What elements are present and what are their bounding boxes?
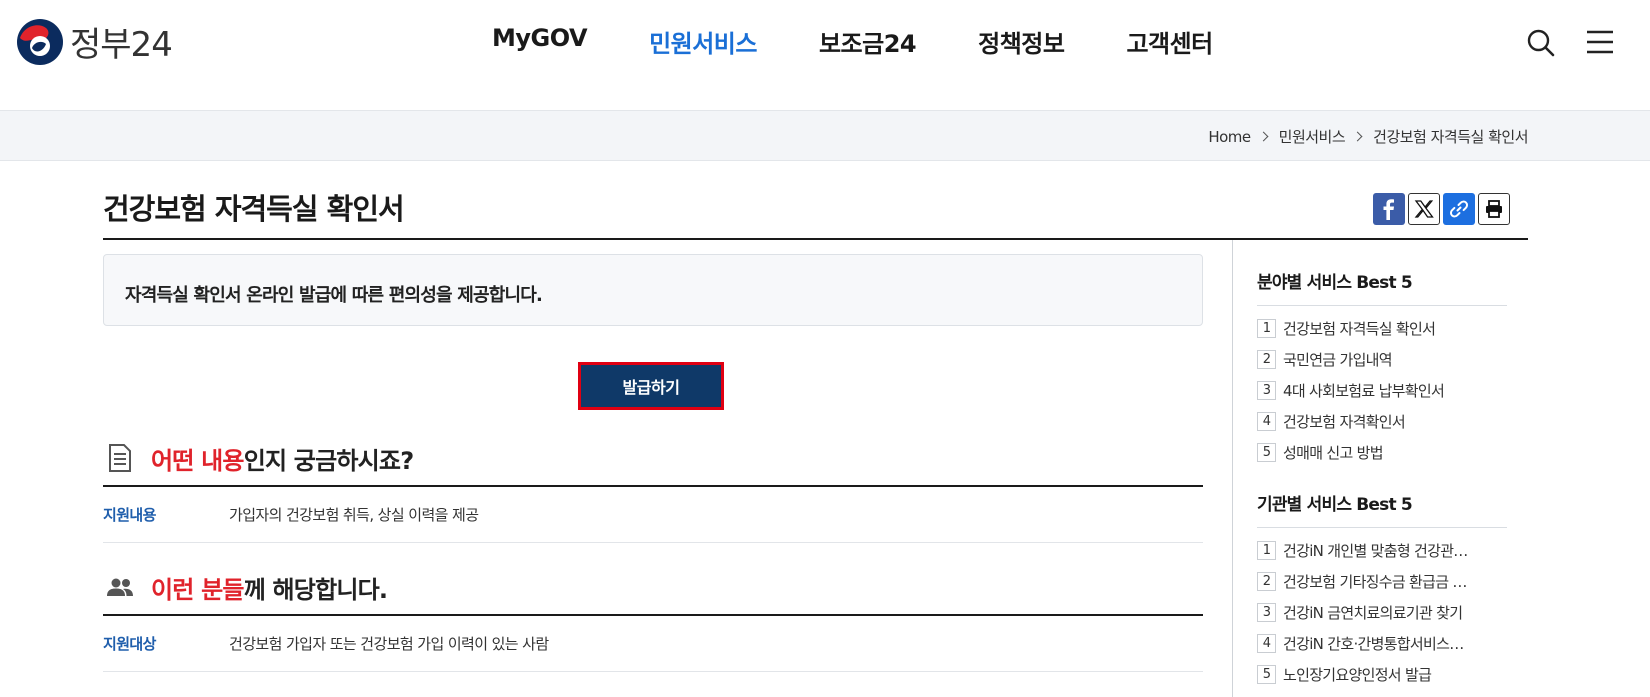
rank-number: 1 bbox=[1257, 319, 1276, 338]
nav-item-customer-center[interactable]: 고객센터 bbox=[1126, 24, 1213, 59]
org-best5-item[interactable]: 4 건강iN 간호·간병통합서비스… bbox=[1257, 628, 1507, 659]
x-icon bbox=[1414, 200, 1434, 218]
breadcrumb-bar: Home 민원서비스 건강보험 자격득실 확인서 bbox=[0, 111, 1650, 161]
org-best5-list: 1 건강iN 개인별 맞춤형 건강관… 2 건강보험 기타징수금 환급금 … 3 건강… bbox=[1257, 535, 1507, 690]
field-best5-item-label: 건강보험 자격확인서 bbox=[1283, 413, 1406, 431]
section-target-rest: 께 해당합니다. bbox=[243, 575, 388, 604]
x-share-button[interactable] bbox=[1408, 193, 1440, 225]
print-icon bbox=[1486, 200, 1502, 218]
field-best5-item[interactable]: 3 4대 사회보험료 납부확인서 bbox=[1257, 375, 1507, 406]
field-best5: 분야별 서비스 Best 5 1 건강보험 자격득실 확인서 2 국민연금 가입내역… bbox=[1257, 268, 1507, 468]
rank-number: 5 bbox=[1257, 443, 1276, 462]
issue-button-label: 발급하기 bbox=[583, 367, 719, 405]
facebook-share-button[interactable] bbox=[1373, 193, 1405, 225]
section-target-highlight: 이런 분들 bbox=[151, 575, 244, 604]
field-best5-item-label: 성매매 신고 방법 bbox=[1283, 444, 1384, 462]
page-title: 건강보험 자격득실 확인서 bbox=[103, 192, 405, 226]
rank-number: 3 bbox=[1257, 603, 1276, 622]
org-best5-item-label: 건강iN 간호·간병통합서비스… bbox=[1283, 635, 1464, 653]
print-button[interactable] bbox=[1478, 193, 1510, 225]
breadcrumb-home[interactable]: Home bbox=[1208, 128, 1251, 146]
nav-item-civil-service[interactable]: 민원서비스 bbox=[649, 24, 757, 59]
org-best5-item-label: 건강보험 기타징수금 환급금 … bbox=[1283, 573, 1467, 591]
rank-number: 4 bbox=[1257, 412, 1276, 431]
search-icon[interactable] bbox=[1526, 28, 1556, 58]
org-best5-item-label: 건강iN 개인별 맞춤형 건강관… bbox=[1283, 542, 1468, 560]
people-icon bbox=[107, 578, 133, 596]
support-content-label: 지원내용 bbox=[103, 506, 156, 524]
link-icon bbox=[1449, 200, 1469, 218]
intro-box: 자격득실 확인서 온라인 발급에 따른 편의성을 제공합니다. bbox=[103, 254, 1203, 326]
title-divider bbox=[103, 238, 1528, 240]
breadcrumb-civil-service[interactable]: 민원서비스 bbox=[1279, 126, 1346, 147]
field-best5-item-label: 국민연금 가입내역 bbox=[1283, 351, 1393, 369]
support-target-value: 건강보험 가입자 또는 건강보험 가입 이력이 있는 사람 bbox=[229, 635, 549, 653]
support-content-row: 지원내용 가입자의 건강보험 취득, 상실 이력을 제공 bbox=[103, 487, 1203, 543]
org-best5-item-label: 노인장기요양인정서 발급 bbox=[1283, 666, 1432, 684]
org-best5-item[interactable]: 1 건강iN 개인별 맞춤형 건강관… bbox=[1257, 535, 1507, 566]
org-best5-item[interactable]: 3 건강iN 금연치료의료기관 찾기 bbox=[1257, 597, 1507, 628]
gov24-logo[interactable]: 정부24 bbox=[16, 17, 173, 66]
field-best5-item-label: 4대 사회보험료 납부확인서 bbox=[1283, 382, 1445, 400]
breadcrumb-current[interactable]: 건강보험 자격득실 확인서 bbox=[1373, 126, 1528, 147]
chevron-right-icon bbox=[1258, 131, 1269, 142]
section-content-heading: 어떤 내용인지 궁금하시죠? bbox=[103, 438, 1203, 478]
nav-item-policy-info[interactable]: 정책정보 bbox=[978, 24, 1065, 59]
field-best5-item[interactable]: 1 건강보험 자격득실 확인서 bbox=[1257, 313, 1507, 344]
intro-text: 자격득실 확인서 온라인 발급에 따른 편의성을 제공합니다. bbox=[125, 285, 543, 306]
sidebar-divider bbox=[1232, 240, 1233, 697]
section-content-highlight: 어떤 내용 bbox=[151, 446, 244, 475]
section-content-title: 어떤 내용인지 궁금하시죠? bbox=[151, 441, 414, 476]
sidebar: 분야별 서비스 Best 5 1 건강보험 자격득실 확인서 2 국민연금 가입내역… bbox=[1257, 268, 1507, 690]
rank-number: 2 bbox=[1257, 350, 1276, 369]
field-best5-title: 분야별 서비스 Best 5 bbox=[1257, 268, 1507, 306]
facebook-icon bbox=[1383, 199, 1394, 220]
taegeuk-logo-icon bbox=[17, 18, 63, 65]
rank-number: 1 bbox=[1257, 541, 1276, 560]
logo-text: 정부24 bbox=[70, 25, 173, 65]
rank-number: 3 bbox=[1257, 381, 1276, 400]
document-icon bbox=[109, 444, 131, 472]
chevron-right-icon bbox=[1352, 131, 1363, 142]
section-content-rest: 인지 궁금하시죠? bbox=[243, 446, 414, 475]
section-content: 어떤 내용인지 궁금하시죠? 지원내용 가입자의 건강보험 취득, 상실 이력을… bbox=[103, 438, 1203, 543]
org-best5: 기관별 서비스 Best 5 1 건강iN 개인별 맞춤형 건강관… 2 건강보험 … bbox=[1257, 490, 1507, 690]
rank-number: 5 bbox=[1257, 665, 1276, 684]
main-nav: MyGOV 민원서비스 보조금24 정책정보 고객센터 bbox=[492, 24, 1275, 59]
section-target: 이런 분들께 해당합니다. 지원대상 건강보험 가입자 또는 건강보험 가입 이… bbox=[103, 567, 1203, 672]
field-best5-item[interactable]: 5 성매매 신고 방법 bbox=[1257, 437, 1507, 468]
org-best5-title: 기관별 서비스 Best 5 bbox=[1257, 490, 1507, 528]
section-target-title: 이런 분들께 해당합니다. bbox=[151, 570, 388, 605]
nav-item-subsidy24[interactable]: 보조금24 bbox=[819, 24, 917, 59]
hamburger-menu-icon[interactable] bbox=[1586, 29, 1614, 55]
issue-button[interactable]: 발급하기 bbox=[578, 362, 724, 410]
org-best5-item-label: 건강iN 금연치료의료기관 찾기 bbox=[1283, 604, 1463, 622]
breadcrumb: Home 민원서비스 건강보험 자격득실 확인서 bbox=[1208, 126, 1528, 147]
org-best5-item[interactable]: 2 건강보험 기타징수금 환급금 … bbox=[1257, 566, 1507, 597]
section-target-heading: 이런 분들께 해당합니다. bbox=[103, 567, 1203, 607]
field-best5-item[interactable]: 2 국민연금 가입내역 bbox=[1257, 344, 1507, 375]
support-target-row: 지원대상 건강보험 가입자 또는 건강보험 가입 이력이 있는 사람 bbox=[103, 616, 1203, 672]
org-best5-item[interactable]: 5 노인장기요양인정서 발급 bbox=[1257, 659, 1507, 690]
field-best5-item[interactable]: 4 건강보험 자격확인서 bbox=[1257, 406, 1507, 437]
share-toolbar bbox=[1373, 193, 1513, 225]
rank-number: 2 bbox=[1257, 572, 1276, 591]
copy-link-button[interactable] bbox=[1443, 193, 1475, 225]
rank-number: 4 bbox=[1257, 634, 1276, 653]
support-target-label: 지원대상 bbox=[103, 635, 156, 653]
support-content-value: 가입자의 건강보험 취득, 상실 이력을 제공 bbox=[229, 506, 479, 524]
nav-item-mygov[interactable]: MyGOV bbox=[492, 24, 588, 59]
field-best5-list: 1 건강보험 자격득실 확인서 2 국민연금 가입내역 3 4대 사회보험료 납부확인… bbox=[1257, 313, 1507, 468]
site-header: 정부24 MyGOV 민원서비스 보조금24 정책정보 고객센터 bbox=[0, 0, 1650, 111]
field-best5-item-label: 건강보험 자격득실 확인서 bbox=[1283, 320, 1436, 338]
